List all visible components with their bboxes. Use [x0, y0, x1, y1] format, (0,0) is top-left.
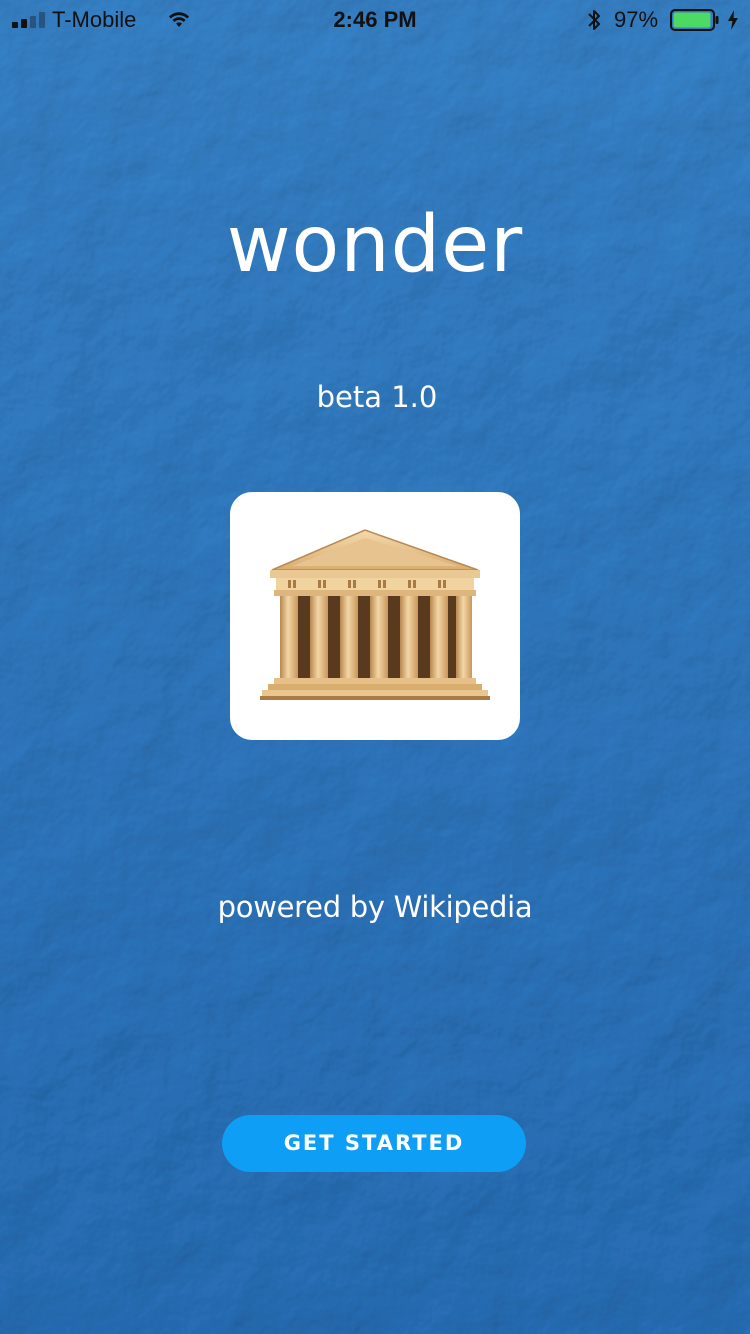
- version-label: beta 1.0: [316, 380, 438, 414]
- battery-percentage: 97%: [614, 7, 659, 32]
- get-started-button[interactable]: GET STARTED: [222, 1115, 526, 1172]
- bluetooth-icon: [588, 10, 600, 30]
- charging-bolt-icon: [728, 10, 738, 30]
- battery-icon: [670, 9, 719, 31]
- powered-by-label: powered by Wikipedia: [217, 890, 533, 924]
- app-logo: [230, 492, 520, 740]
- status-bar: T-Mobile 2:46 PM 97%: [0, 0, 750, 40]
- greek-temple-icon: [260, 529, 490, 700]
- splash-screen: T-Mobile 2:46 PM 97% wonder beta 1.0 pow…: [0, 0, 750, 1334]
- app-title: wonder: [226, 200, 524, 290]
